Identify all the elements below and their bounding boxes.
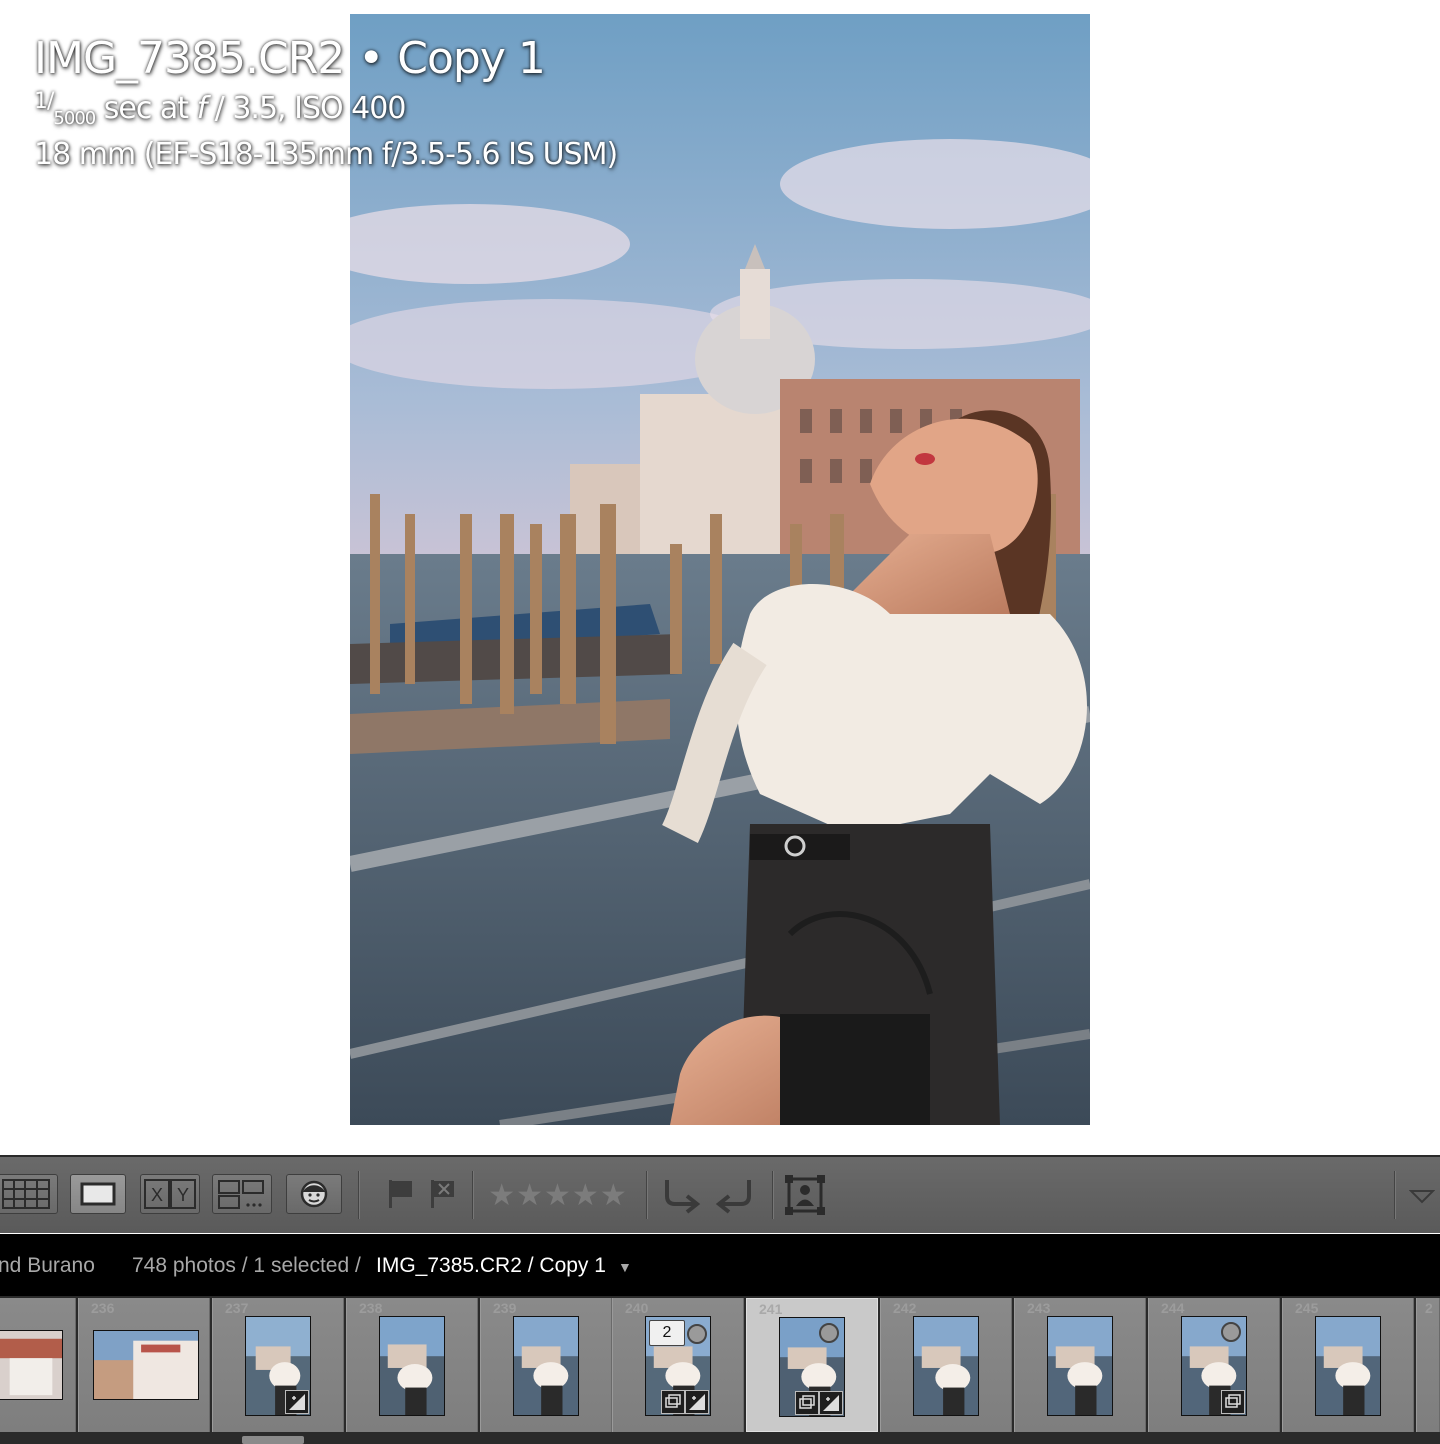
develop-badge[interactable] (285, 1390, 309, 1414)
cell-number: 241 (759, 1301, 783, 1317)
photo-title: IMG_7385.CR2 • Copy 1 (34, 30, 617, 88)
filmstrip-cell[interactable]: 236 (78, 1298, 210, 1432)
toolbar-separator (772, 1171, 773, 1219)
flag-button[interactable] (384, 1177, 416, 1211)
photo-count: 748 photos / 1 selected / (132, 1254, 361, 1277)
crop-button[interactable] (782, 1173, 828, 1217)
filmstrip-cell[interactable]: 237 (212, 1298, 344, 1432)
filmstrip-cell[interactable]: 245 (1282, 1298, 1414, 1432)
cell-number: 240 (625, 1300, 649, 1316)
compare-view-button[interactable]: X Y (140, 1174, 200, 1214)
compare-icon: X Y (144, 1179, 196, 1209)
develop-icon (289, 1394, 305, 1410)
filmstrip-cell-selected[interactable]: 241 (746, 1298, 878, 1432)
thumbnail (93, 1330, 199, 1400)
stack-icon (799, 1395, 815, 1409)
filmstrip-cell[interactable]: 239 (480, 1298, 612, 1432)
folder-name[interactable]: nd Burano (0, 1254, 95, 1278)
face-icon (300, 1180, 328, 1208)
filmstrip-cell[interactable]: 242 (880, 1298, 1012, 1432)
rotate-left-icon (665, 1180, 701, 1214)
develop-badge[interactable] (685, 1390, 709, 1414)
title-separator: • (358, 33, 384, 84)
photo-image (350, 14, 1090, 1125)
cell-number: 237 (225, 1300, 249, 1316)
stack-badge[interactable] (661, 1390, 685, 1414)
filmstrip-source-bar: nd Burano 748 photos / 1 selected / IMG_… (0, 1234, 1440, 1296)
library-toolbar: X Y ★★★★★ (0, 1155, 1440, 1233)
filmstrip-scrollbar[interactable] (242, 1436, 304, 1444)
thumbnail (1047, 1316, 1113, 1416)
survey-view-button[interactable] (212, 1174, 272, 1214)
filename: IMG_7385.CR2 (34, 33, 345, 84)
people-view-button[interactable] (286, 1174, 342, 1214)
cell-number: 245 (1295, 1300, 1319, 1316)
cell-number: 239 (493, 1300, 517, 1316)
grid-view-button[interactable] (0, 1174, 58, 1214)
lens-info: 18 mm (EF-S18-135mm f/3.5-5.6 IS USM) (34, 137, 618, 172)
cell-number: 236 (91, 1300, 115, 1316)
photo-info-overlay: IMG_7385.CR2 • Copy 1 1/5000 sec at f / 3.… (34, 30, 618, 176)
crop-icon (785, 1175, 825, 1215)
filmstrip-cell[interactable]: 244 (1148, 1298, 1280, 1432)
toolbar-separator (646, 1171, 647, 1219)
cell-number: 238 (359, 1300, 383, 1316)
main-photo[interactable] (350, 14, 1090, 1125)
select-circle-icon[interactable] (819, 1323, 839, 1343)
develop-badge[interactable] (819, 1391, 843, 1415)
stack-icon (1225, 1394, 1241, 1408)
grid-icon (2, 1179, 50, 1209)
cell-number: 244 (1161, 1300, 1185, 1316)
shutter-numerator: 1 (34, 89, 48, 114)
rotate-right-icon (715, 1180, 751, 1214)
filmstrip-cell[interactable]: 243 (1014, 1298, 1146, 1432)
stack-badge[interactable] (795, 1391, 819, 1415)
aperture-iso: / 3.5, ISO 400 (206, 91, 407, 126)
develop-icon (823, 1395, 839, 1411)
filmstrip: 236 237 238 239 240 2 241 242 243 244 24… (0, 1296, 1440, 1444)
toolbar-separator (1394, 1171, 1395, 1219)
select-circle-icon[interactable] (1221, 1322, 1241, 1342)
loupe-view-button[interactable] (70, 1174, 126, 1214)
thumbnail (0, 1330, 63, 1400)
survey-icon (218, 1180, 264, 1209)
stack-icon (665, 1394, 681, 1408)
stack-badge[interactable] (1221, 1390, 1245, 1414)
cell-number: 242 (893, 1300, 917, 1316)
thumbnail (1315, 1316, 1381, 1416)
cell-number: 243 (1027, 1300, 1051, 1316)
stack-count-badge[interactable]: 2 (649, 1320, 685, 1346)
toolbar-separator (358, 1171, 359, 1219)
thumbnail (913, 1316, 979, 1416)
toolbar-menu-button[interactable] (1408, 1185, 1436, 1207)
thumbnail (513, 1316, 579, 1416)
rotate-left-button[interactable] (658, 1175, 704, 1215)
filmstrip-cell[interactable] (0, 1298, 76, 1432)
star-rating[interactable]: ★★★★★ (482, 1175, 634, 1215)
flag-icon (389, 1180, 412, 1208)
reject-flag-icon (431, 1180, 454, 1208)
copy-name: Copy 1 (397, 33, 546, 84)
cell-number: 2 (1425, 1300, 1433, 1316)
svg-text:Y: Y (177, 1185, 189, 1205)
reject-button[interactable] (426, 1177, 458, 1211)
filmstrip-cell[interactable]: 238 (346, 1298, 478, 1432)
toolbar-separator (472, 1171, 473, 1219)
f-symbol: f (196, 91, 208, 126)
filmstrip-cell[interactable]: 2 (1416, 1298, 1440, 1432)
thumbnail (379, 1316, 445, 1416)
shutter-text: sec at (95, 91, 197, 126)
filmstrip-cell[interactable]: 240 2 (612, 1298, 744, 1432)
develop-icon (689, 1394, 705, 1410)
current-photo-name[interactable]: IMG_7385.CR2 / Copy 1 (376, 1254, 606, 1278)
loupe-icon (80, 1182, 116, 1206)
exposure-info: 1/5000 sec at f / 3.5, ISO 400 (34, 89, 407, 129)
shutter-denominator: 5000 (53, 108, 96, 129)
select-circle-icon[interactable] (687, 1324, 707, 1344)
chevron-down-icon[interactable]: ▼ (618, 1259, 632, 1275)
triangle-down-icon (1409, 1190, 1435, 1204)
svg-text:X: X (151, 1185, 163, 1205)
rotate-right-button[interactable] (712, 1175, 758, 1215)
